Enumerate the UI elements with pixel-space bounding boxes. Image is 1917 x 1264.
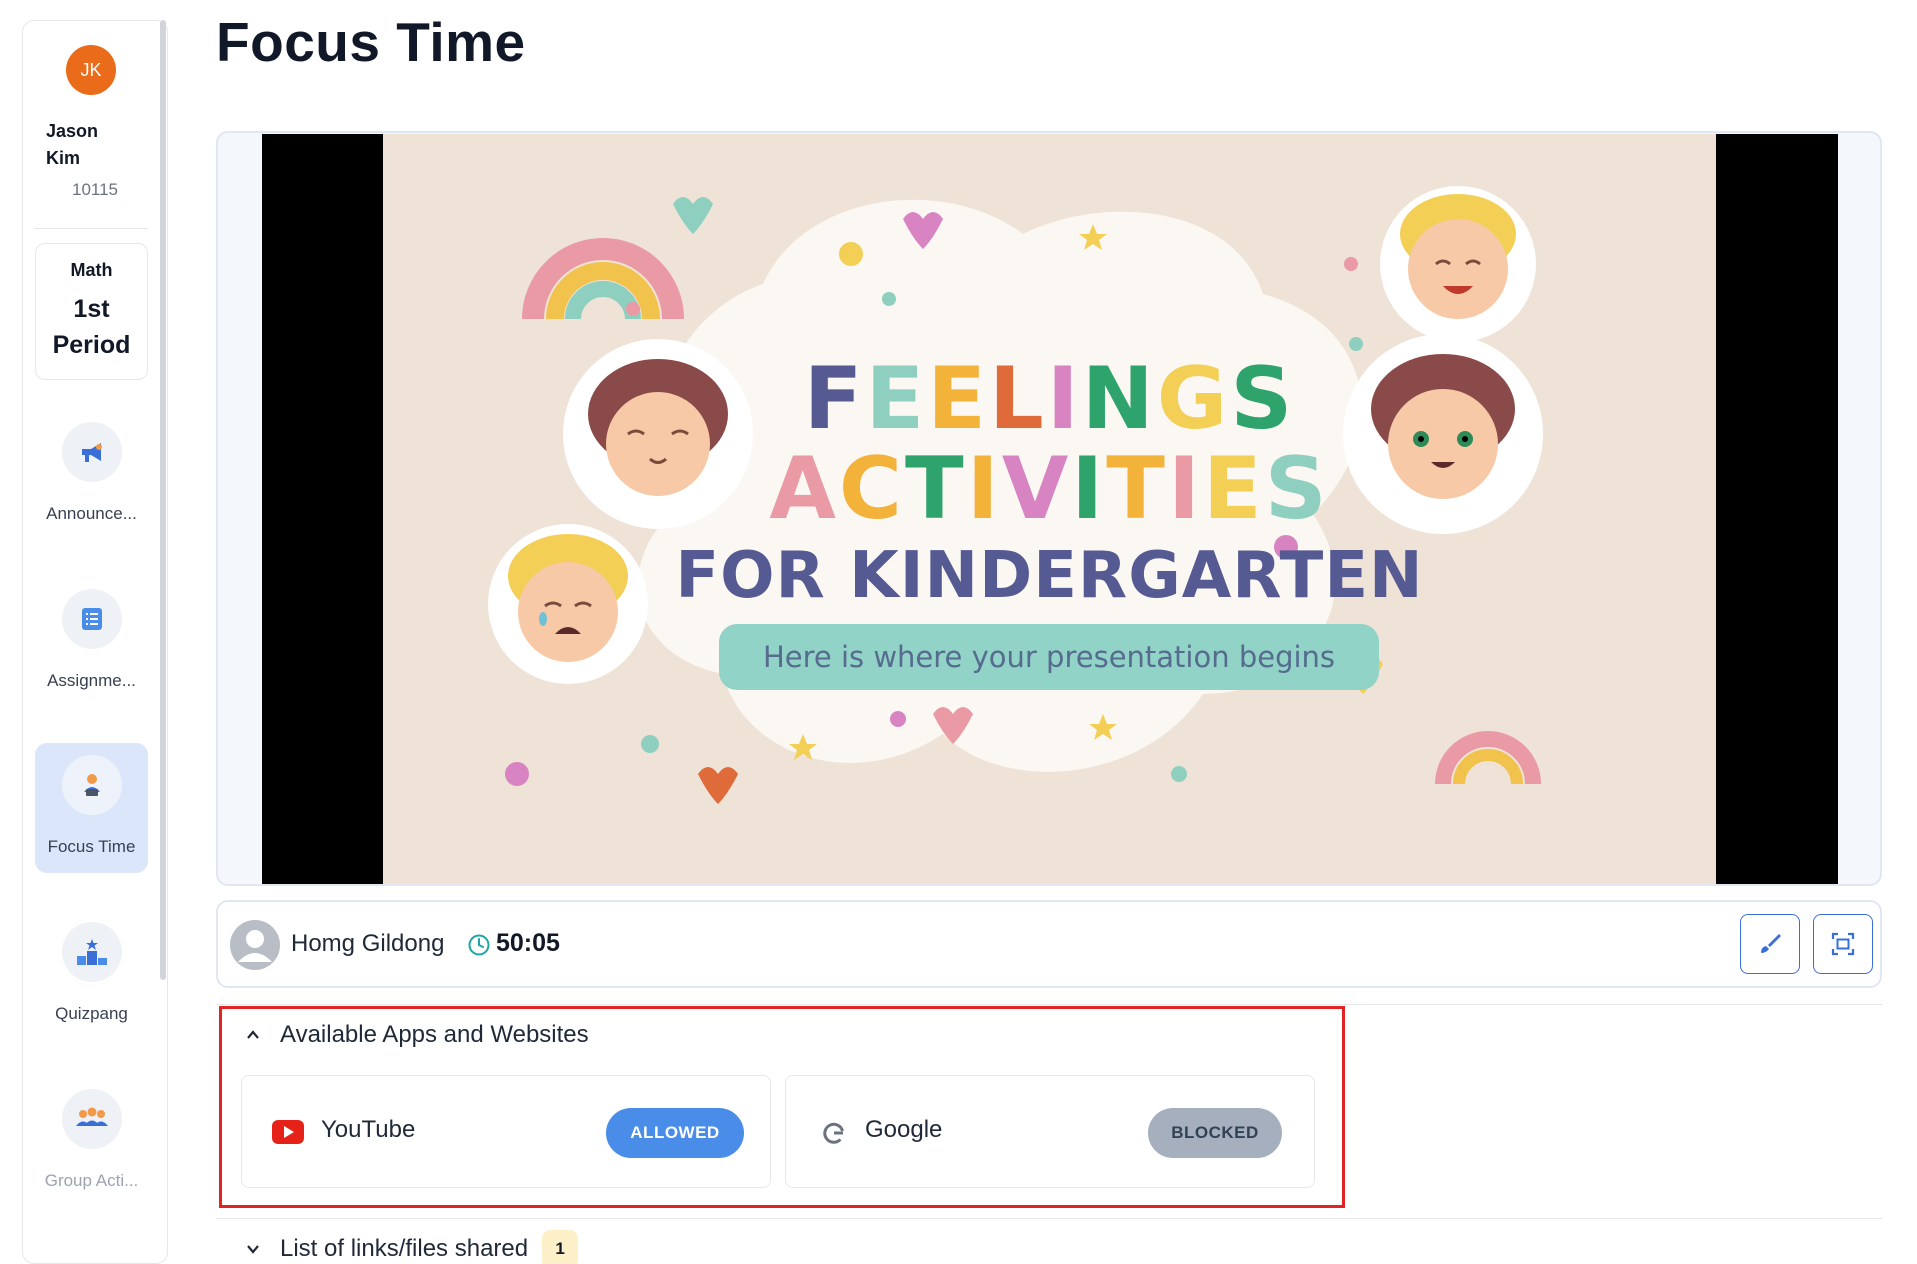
slide-title-letter: S bbox=[1264, 439, 1330, 539]
slide-subtitle: Here is where your presentation begins bbox=[762, 640, 1336, 674]
slide-title-letter: L bbox=[988, 349, 1047, 449]
app-card-google[interactable]: Google BLOCKED bbox=[785, 1075, 1315, 1188]
slide-title-letter: E bbox=[1202, 439, 1265, 539]
slide-title-letter: T bbox=[1106, 439, 1168, 539]
youtube-icon bbox=[272, 1120, 304, 1144]
slide-title-letter: G bbox=[1156, 349, 1231, 449]
slide-title-text: ACTIVITIES bbox=[769, 439, 1329, 539]
sidebar-scrollbar[interactable] bbox=[160, 20, 166, 980]
sidebar-item-label: Announce... bbox=[46, 504, 137, 523]
presentation-slide: FEELINGS ACTIVITIES FOR KINDERGARTEN Her… bbox=[383, 134, 1716, 884]
sidebar-item-label: Quizpang bbox=[55, 1004, 128, 1023]
avatar-initials: JK bbox=[80, 59, 102, 80]
class-period: 1st Period bbox=[52, 295, 131, 359]
app-card-youtube[interactable]: YouTube ALLOWED bbox=[241, 1075, 771, 1188]
sidebar-item-assignments[interactable]: Assignme... bbox=[35, 577, 148, 707]
slide-title-letter: N bbox=[1081, 349, 1157, 449]
links-count-badge: 1 bbox=[542, 1230, 579, 1264]
slide-title-letter: I bbox=[1046, 349, 1082, 449]
slide-title-letter: E bbox=[865, 349, 928, 449]
sidebar-item-quizpang[interactable]: Quizpang bbox=[35, 910, 148, 1040]
slide-title-letter: V bbox=[1001, 439, 1072, 539]
expand-icon bbox=[1831, 932, 1855, 956]
status-badge-allowed: ALLOWED bbox=[606, 1108, 744, 1158]
status-badge-blocked: BLOCKED bbox=[1148, 1108, 1282, 1158]
slide-title-letter: E bbox=[927, 349, 989, 449]
fullscreen-button[interactable] bbox=[1813, 914, 1873, 974]
sidebar-item-announcements[interactable]: Announce... bbox=[35, 410, 148, 540]
student-info-bar bbox=[216, 900, 1882, 988]
slide-title-letter: S bbox=[1230, 349, 1296, 449]
avatar[interactable]: JK bbox=[66, 45, 116, 95]
clock-icon bbox=[467, 933, 491, 962]
class-subject: Math bbox=[70, 260, 113, 280]
apps-section-toggle[interactable]: Available Apps and Websites bbox=[246, 1021, 589, 1049]
slide-title-letter: I bbox=[1071, 439, 1107, 539]
brush-icon bbox=[1761, 934, 1781, 953]
slide-title-letter: F bbox=[803, 349, 866, 449]
sidebar-divider bbox=[34, 228, 148, 229]
slide-title-letter: I bbox=[966, 439, 1002, 539]
links-section-toggle[interactable]: List of links/files shared 1 bbox=[246, 1230, 579, 1264]
slide-title-text: FEELINGS bbox=[804, 349, 1296, 449]
sidebar-item-group-activity[interactable]: Group Acti... bbox=[35, 1077, 148, 1207]
page-title: Focus Time bbox=[216, 11, 526, 73]
student-avatar bbox=[230, 920, 280, 970]
student-name: Homg Gildong bbox=[291, 930, 445, 957]
sidebar-item-label: Group Acti... bbox=[44, 1171, 139, 1190]
chevron-down-icon bbox=[247, 1245, 259, 1254]
user-id: 10115 bbox=[71, 180, 118, 199]
slide-title-line1: FEELINGS bbox=[383, 349, 1716, 449]
app-name: YouTube bbox=[321, 1116, 416, 1143]
app-name: Google bbox=[865, 1116, 943, 1143]
section-divider bbox=[216, 1218, 1882, 1219]
person-at-desk-icon bbox=[61, 755, 122, 815]
list-icon bbox=[61, 589, 122, 649]
slide-title-letter: A bbox=[769, 439, 839, 539]
links-section-title: List of links/files shared bbox=[280, 1235, 529, 1262]
sidebar-item-label: Assignme... bbox=[47, 671, 136, 690]
session-timer: 50:05 bbox=[496, 929, 560, 957]
podium-icon bbox=[61, 922, 122, 982]
sidebar-item-focus-time[interactable]: Focus Time bbox=[35, 743, 148, 873]
slide-subtitle-pill: Here is where your presentation begins bbox=[719, 624, 1379, 690]
slide-title-letter: I bbox=[1167, 439, 1203, 539]
user-name: Jason Kim bbox=[46, 121, 99, 168]
slide-title-line3: FOR KINDERGARTEN bbox=[675, 539, 1424, 613]
slide-title-line2: ACTIVITIES bbox=[383, 439, 1716, 539]
megaphone-icon bbox=[61, 422, 122, 482]
class-card[interactable]: Math 1st Period bbox=[35, 243, 148, 380]
google-icon bbox=[823, 1122, 844, 1144]
slide-title-letter: T bbox=[905, 439, 967, 539]
chevron-up-icon bbox=[247, 1030, 259, 1039]
apps-section-title: Available Apps and Websites bbox=[280, 1021, 589, 1048]
annotate-button[interactable] bbox=[1740, 914, 1800, 974]
user-icon bbox=[231, 921, 279, 969]
slide-title-letter: C bbox=[838, 439, 906, 539]
section-divider bbox=[216, 1004, 1882, 1005]
sidebar-item-label: Focus Time bbox=[47, 837, 136, 856]
group-icon bbox=[61, 1089, 122, 1149]
